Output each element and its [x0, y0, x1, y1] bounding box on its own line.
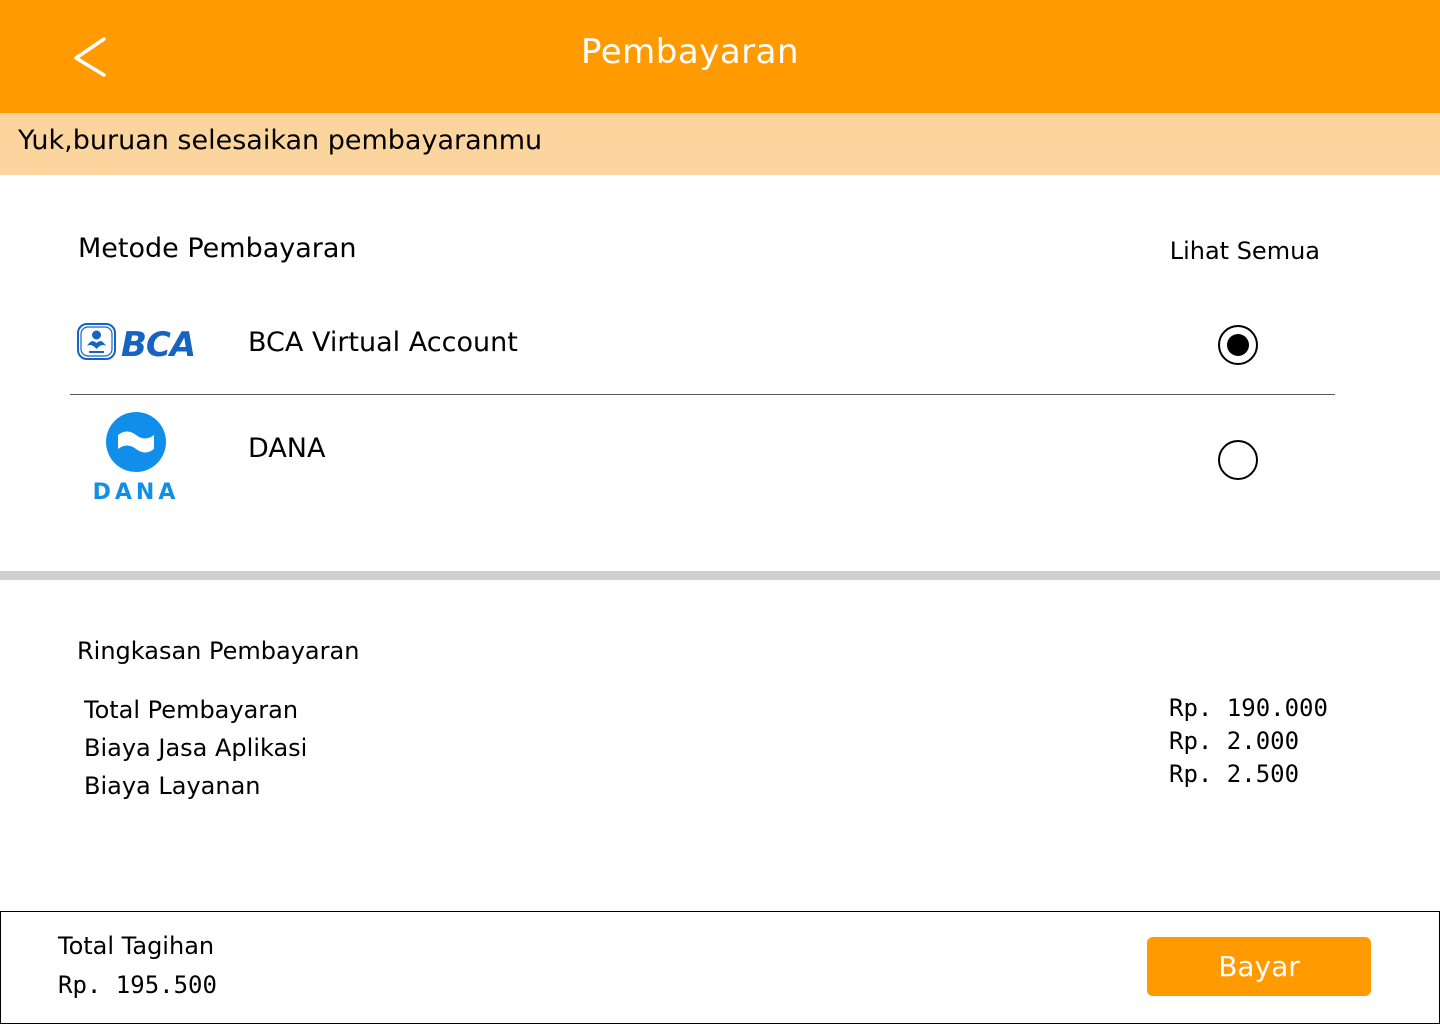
radio-dot — [1227, 334, 1249, 356]
page-title: Pembayaran — [580, 32, 800, 72]
payment-methods-title: Metode Pembayaran — [78, 233, 357, 264]
app-header: Pembayaran — [0, 0, 1440, 113]
section-divider — [0, 571, 1440, 580]
reminder-banner: Yuk,buruan selesaikan pembayaranmu — [0, 113, 1440, 175]
total-bill-value: Rp. 195.500 — [58, 971, 217, 999]
summary-label-service-fee: Biaya Layanan — [84, 772, 261, 800]
radio-dana[interactable] — [1218, 440, 1258, 480]
payment-label-dana: DANA — [248, 433, 326, 464]
dana-logo: DANA — [93, 412, 180, 502]
summary-label-app-fee: Biaya Jasa Aplikasi — [84, 734, 308, 762]
radio-bca-selected[interactable] — [1218, 325, 1258, 365]
summary-value-app-fee: Rp. 2.000 — [1169, 727, 1300, 755]
svg-text:BCA: BCA — [121, 325, 195, 362]
payment-option-dana[interactable]: DANA DANA — [70, 396, 1335, 526]
total-bill-label: Total Tagihan — [58, 932, 215, 960]
summary-value-total: Rp. 190.000 — [1169, 694, 1328, 722]
payment-label-bca: BCA Virtual Account — [248, 327, 518, 358]
summary-label-total: Total Pembayaran — [84, 696, 299, 724]
banner-text: Yuk,buruan selesaikan pembayaranmu — [18, 125, 543, 156]
summary-value-service-fee: Rp. 2.500 — [1169, 760, 1300, 788]
payment-option-bca[interactable]: BCA BCA Virtual Account — [70, 300, 1335, 395]
pay-button[interactable]: Bayar — [1147, 937, 1371, 996]
checkout-footer: Total Tagihan Rp. 195.500 Bayar — [0, 911, 1440, 1024]
see-all-link[interactable]: Lihat Semua — [1170, 237, 1320, 265]
svg-text:DANA: DANA — [93, 480, 180, 502]
summary-title: Ringkasan Pembayaran — [77, 637, 360, 665]
bca-logo: BCA — [77, 323, 196, 362]
